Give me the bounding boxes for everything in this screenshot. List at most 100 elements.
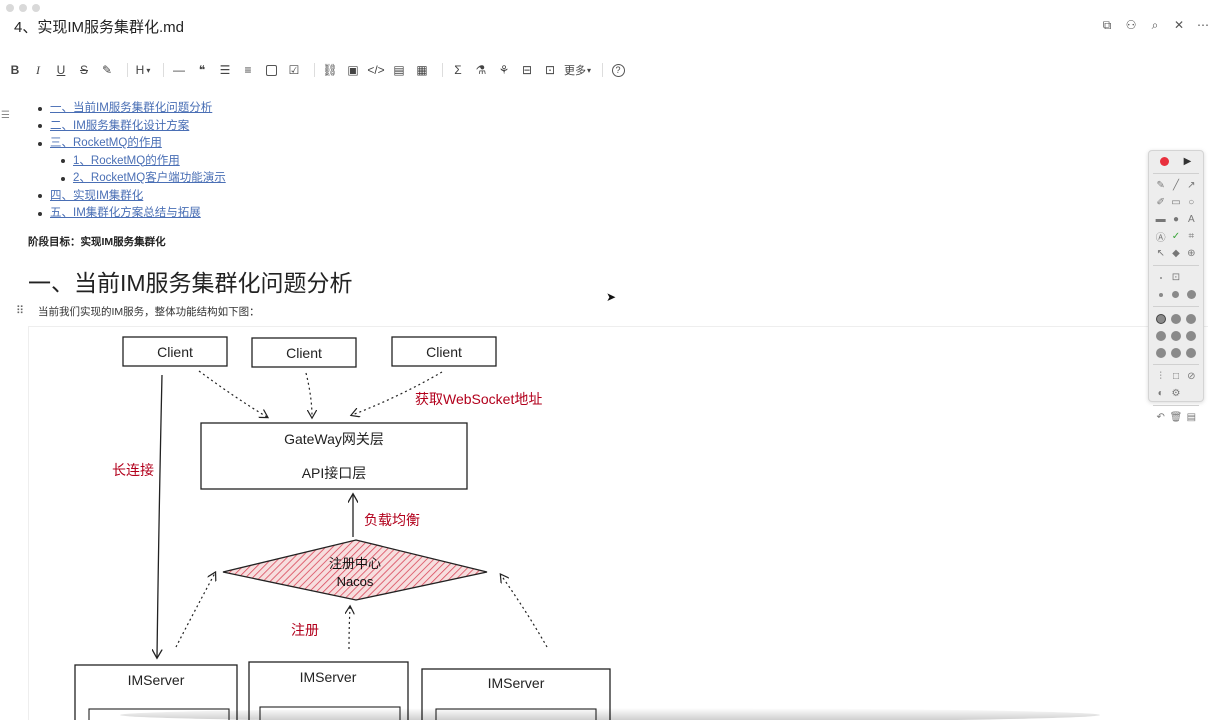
toc-item[interactable]: 五、IM集群化方案总结与拓展 — [38, 205, 226, 223]
task-box-icon[interactable] — [262, 60, 280, 80]
text-icon[interactable]: A — [1185, 214, 1197, 226]
outline-toggle-icon[interactable]: ☰ — [1, 110, 10, 121]
line-icon[interactable]: ╱ — [1170, 180, 1182, 192]
frame-icon[interactable]: □ — [1170, 371, 1182, 383]
bottom-shadow — [120, 708, 1100, 720]
filled-rect-icon[interactable]: ▬ — [1155, 214, 1167, 226]
toc-item[interactable]: 一、当前IM服务集群化问题分析 — [38, 100, 226, 118]
filled-circle-icon[interactable]: ● — [1170, 214, 1182, 226]
highlighter-icon[interactable]: ✐ — [1155, 197, 1167, 209]
share-icon[interactable]: ⚇ — [1124, 18, 1138, 32]
outline-icon[interactable]: ⧉ — [1100, 18, 1114, 32]
help-button[interactable]: ? — [609, 60, 627, 80]
color-swatch-icon[interactable] — [1170, 330, 1182, 342]
close-window-button[interactable] — [6, 4, 14, 12]
adjust-icon[interactable]: ⫶ — [1155, 371, 1167, 383]
drag-handle-icon[interactable]: ⠿ — [16, 304, 24, 317]
label-register: 注册 — [291, 622, 319, 638]
toc-link[interactable]: 1、RocketMQ的作用 — [73, 153, 180, 171]
arrow-icon[interactable]: ↗ — [1185, 180, 1197, 192]
toc-icon[interactable]: ⊡ — [541, 60, 559, 80]
zoom-window-button[interactable] — [32, 4, 40, 12]
color-swatch-icon[interactable] — [1155, 313, 1167, 325]
stamp-icon[interactable]: Ⓐ — [1155, 231, 1167, 244]
size-dot-medium-icon[interactable] — [1170, 289, 1182, 301]
task-checked-icon[interactable]: ☑ — [285, 60, 303, 80]
ws-arrow-2 — [305, 372, 312, 417]
ws-arrow-1 — [198, 370, 267, 417]
check-icon[interactable]: ✓ — [1170, 231, 1182, 243]
title-bar: 4、实现IM服务集群化.md ⧉ ⚇ ⌕ ✕ ⋯ — [0, 0, 1222, 54]
document-title: 4、实现IM服务集群化.md — [14, 19, 185, 36]
color-swatch-icon[interactable] — [1170, 347, 1182, 359]
toc-link[interactable]: 一、当前IM服务集群化问题分析 — [50, 100, 212, 118]
code-block-icon[interactable]: ▤ — [390, 60, 408, 80]
flowchart-icon[interactable]: ⊟ — [518, 60, 536, 80]
bold-button[interactable]: B — [6, 60, 24, 80]
highlight-icon[interactable]: ✎ — [98, 60, 116, 80]
window-controls[interactable] — [6, 4, 40, 12]
folder-icon[interactable]: ▤ — [1185, 412, 1197, 424]
color-swatch-icon[interactable] — [1155, 330, 1167, 342]
section-heading: 一、当前IM服务集群化问题分析 — [28, 270, 353, 296]
more-icon[interactable]: ⋯ — [1196, 18, 1210, 32]
hr-icon[interactable]: — — [170, 60, 188, 80]
fullscreen-icon[interactable]: ✕ — [1172, 18, 1186, 32]
zoom-icon[interactable]: ⊕ — [1185, 248, 1197, 260]
gateway-label: GateWay网关层 — [284, 431, 384, 447]
size-dot-tiny-icon[interactable] — [1155, 272, 1167, 284]
color-swatch-icon[interactable] — [1185, 330, 1197, 342]
pen-icon[interactable]: ✎ — [1155, 180, 1167, 192]
toc-link[interactable]: 二、IM服务集群化设计方案 — [50, 118, 189, 136]
play-icon[interactable]: ▶ — [1182, 156, 1194, 168]
toc-subitem[interactable]: 2、RocketMQ客户端功能演示 — [38, 170, 226, 188]
eraser-icon[interactable]: ◆ — [1170, 248, 1182, 260]
color-swatch-icon[interactable] — [1155, 347, 1167, 359]
formula-icon[interactable]: Σ — [449, 60, 467, 80]
size-dot-large-icon[interactable] — [1185, 289, 1197, 301]
toc-link[interactable]: 三、RocketMQ的作用 — [50, 135, 162, 153]
opacity-icon[interactable]: ◐ — [1155, 388, 1167, 400]
toc-item[interactable]: 三、RocketMQ的作用 — [38, 135, 226, 153]
mouse-cursor-icon: ➤ — [606, 290, 617, 304]
strikethrough-button[interactable]: S — [75, 60, 93, 80]
pointer-icon[interactable]: ↖ — [1155, 248, 1167, 260]
minimize-window-button[interactable] — [19, 4, 27, 12]
crop-icon[interactable]: ⌗ — [1185, 231, 1197, 243]
flask-icon[interactable]: ⚗ — [472, 60, 490, 80]
table-icon[interactable]: ▦ — [413, 60, 431, 80]
toc-link[interactable]: 2、RocketMQ客户端功能演示 — [73, 170, 226, 188]
ordered-list-icon[interactable]: ≡ — [239, 60, 257, 80]
no-fill-icon[interactable]: ⊘ — [1185, 371, 1197, 383]
toc-link[interactable]: 五、IM集群化方案总结与拓展 — [50, 205, 201, 223]
record-icon[interactable] — [1159, 156, 1171, 168]
size-box-icon[interactable]: ⊡ — [1170, 272, 1182, 284]
toc-item[interactable]: 四、实现IM集群化 — [38, 188, 226, 206]
heading-button[interactable]: H ▾ — [134, 60, 152, 80]
mindmap-icon[interactable]: ⚘ — [495, 60, 513, 80]
trash-icon[interactable]: 🗑 — [1170, 412, 1183, 424]
link-icon[interactable]: ⛓ — [321, 60, 339, 80]
circle-icon[interactable]: ○ — [1185, 197, 1197, 209]
find-icon[interactable]: ⌕ — [1148, 18, 1162, 32]
rectangle-icon[interactable]: ▭ — [1170, 197, 1182, 209]
more-button[interactable]: 更多 ▾ — [564, 60, 591, 80]
size-dot-small-icon[interactable] — [1155, 289, 1167, 301]
image-icon[interactable]: ▣ — [344, 60, 362, 80]
color-swatch-icon[interactable] — [1170, 313, 1182, 325]
undo-icon[interactable]: ↶ — [1155, 412, 1167, 424]
registry-label: 注册中心 — [329, 556, 381, 571]
toc-subitem[interactable]: 1、RocketMQ的作用 — [38, 153, 226, 171]
italic-button[interactable]: I — [29, 60, 47, 80]
bullet-list-icon[interactable]: ☰ — [216, 60, 234, 80]
toc-item[interactable]: 二、IM服务集群化设计方案 — [38, 118, 226, 136]
code-icon[interactable]: </> — [367, 60, 385, 80]
quote-icon[interactable]: ❝ — [193, 60, 211, 80]
bullet-icon — [38, 106, 42, 111]
settings-gear-icon[interactable]: ⚙ — [1170, 388, 1182, 400]
color-swatch-icon[interactable] — [1185, 313, 1197, 325]
underline-button[interactable]: U — [52, 60, 70, 80]
color-swatch-icon[interactable] — [1185, 347, 1197, 359]
toc-link[interactable]: 四、实现IM集群化 — [50, 188, 143, 206]
heading-label: H — [135, 63, 145, 77]
